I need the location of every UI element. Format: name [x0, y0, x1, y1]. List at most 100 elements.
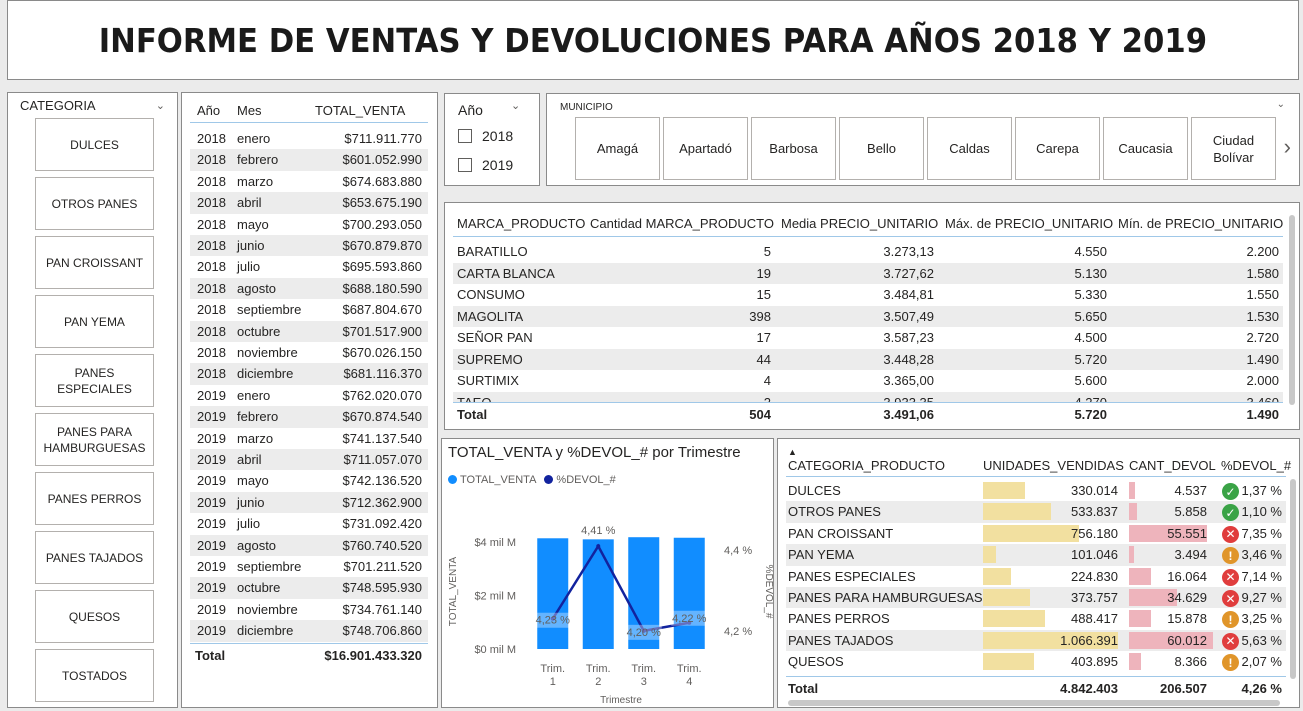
line-devol[interactable]: [551, 543, 690, 633]
chevron-right-icon[interactable]: ›: [1284, 134, 1291, 160]
chevron-down-icon[interactable]: ⌄: [156, 99, 165, 112]
column-header-marca[interactable]: MARCA_PRODUCTO: [457, 216, 585, 231]
sort-asc-icon[interactable]: ▲: [788, 447, 797, 457]
cell-total-venta: $670.874.540: [342, 409, 422, 425]
vertical-scrollbar[interactable]: [1289, 215, 1295, 405]
municipio-button[interactable]: Apartadó: [663, 117, 748, 180]
municipio-button[interactable]: Carepa: [1015, 117, 1100, 180]
total-max: 5.720: [1074, 407, 1107, 422]
municipio-button[interactable]: Amagá: [575, 117, 660, 180]
column-header-pct-devol[interactable]: %DEVOL_#: [1221, 458, 1291, 473]
cell-cant-devol: 4.537: [1174, 483, 1207, 498]
column-header-max-precio[interactable]: Máx. de PRECIO_UNITARIO: [945, 216, 1113, 231]
cell-min: 1.490: [1246, 351, 1279, 367]
cell-month: diciembre: [237, 366, 294, 382]
table-row: OTROS PANES 533.837 5.858 ✓ 1,10 %: [786, 501, 1286, 523]
municipio-button[interactable]: Ciudad Bolívar: [1191, 117, 1276, 180]
table-row: 2018 abril $653.675.190: [190, 192, 428, 214]
categoria-button[interactable]: OTROS PANES: [35, 177, 154, 230]
cell-cantidad: 4: [763, 373, 771, 388]
column-header-year[interactable]: Año: [197, 103, 220, 118]
cell-month: diciembre: [237, 623, 294, 639]
x-tick-label: Trim. 3: [631, 663, 656, 688]
column-header-min-precio[interactable]: Mín. de PRECIO_UNITARIO: [1118, 216, 1283, 231]
bar-total-venta[interactable]: [537, 538, 569, 649]
cell-marca: CARTA BLANCA: [457, 265, 555, 281]
column-header-total-venta[interactable]: TOTAL_VENTA: [315, 103, 405, 118]
chevron-down-icon[interactable]: ⌄: [511, 99, 520, 112]
vertical-scrollbar[interactable]: [1290, 479, 1296, 679]
categoria-button[interactable]: DULCES: [35, 118, 154, 171]
table-row: 2018 diciembre $681.116.370: [190, 363, 428, 385]
year-slicer: Año ⌄ 2018 2019: [444, 93, 540, 186]
bar-total-venta[interactable]: [673, 537, 705, 649]
year-option-2019[interactable]: 2019: [458, 157, 513, 173]
cell-month: julio: [237, 259, 261, 275]
checkbox-icon[interactable]: [458, 158, 472, 172]
checkbox-icon[interactable]: [458, 129, 472, 143]
municipio-button[interactable]: Barbosa: [751, 117, 836, 180]
cell-total-venta: $681.116.370: [343, 366, 422, 382]
data-label-devol: 4,23 %: [536, 615, 570, 627]
table-row: QUESOS 403.895 8.366! 2,07 %: [786, 651, 1286, 672]
units-databar: [983, 653, 1035, 671]
line-point-devol[interactable]: [596, 544, 601, 549]
column-header-unidades[interactable]: UNIDADES_VENDIDAS: [983, 458, 1124, 473]
cell-month: junio: [237, 238, 265, 253]
table-row: 2019 noviembre $734.761.140: [190, 598, 428, 621]
total-label: Total: [195, 648, 226, 663]
cell-marca: MAGOLITA: [457, 308, 524, 324]
categoria-slicer-label: CATEGORIA: [20, 98, 96, 113]
column-header-media-precio[interactable]: Media PRECIO_UNITARIO: [781, 216, 938, 231]
devol-databar: [1129, 482, 1136, 499]
cell-max: 5.600: [1074, 373, 1107, 388]
table-row: 2018 agosto $688.180.590: [190, 277, 428, 300]
table-row: 2018 junio $670.879.870: [190, 235, 428, 257]
municipio-button[interactable]: Caucasia: [1103, 117, 1188, 180]
cell-total-venta: $687.804.670: [342, 302, 422, 318]
cell-categoria: PANES ESPECIALES: [788, 568, 916, 584]
categoria-button[interactable]: PANES TAJADOS: [35, 531, 154, 584]
horizontal-scrollbar[interactable]: [788, 700, 1280, 706]
table-row: SEÑOR PAN 17 3.587,23 4.500 2.720: [453, 327, 1283, 349]
categoria-button[interactable]: PAN CROISSANT: [35, 236, 154, 289]
categoria-slicer-header[interactable]: CATEGORIA ⌄: [8, 93, 177, 118]
trimestre-chart: TOTAL_VENTA y %DEVOL_# por Trimestre TOT…: [441, 438, 774, 708]
cell-year: 2019: [197, 409, 226, 425]
year-option-2018[interactable]: 2018: [458, 128, 513, 144]
bar-total-venta[interactable]: [582, 539, 614, 649]
cell-cant-devol: 60.012: [1167, 632, 1207, 648]
cell-max: 5.720: [1074, 351, 1107, 367]
table-row: 2019 febrero $670.874.540: [190, 406, 428, 428]
categoria-button[interactable]: PANES ESPECIALES: [35, 354, 154, 407]
table-row: 2018 julio $695.593.860: [190, 256, 428, 278]
chevron-down-icon[interactable]: ⌄: [1277, 99, 1285, 110]
categoria-button[interactable]: TOSTADOS: [35, 649, 154, 702]
cell-month: septiembre: [237, 302, 302, 318]
cell-categoria: PANES PERROS: [788, 611, 890, 627]
cell-cant-devol: 34.629: [1167, 590, 1207, 605]
cell-total-venta: $748.706.860: [342, 623, 422, 639]
municipio-button[interactable]: Caldas: [927, 117, 1012, 180]
cell-month: marzo: [237, 173, 274, 189]
cell-max: 4.550: [1074, 244, 1107, 259]
column-header-cantidad[interactable]: Cantidad MARCA_PRODUCTO: [590, 216, 774, 231]
table-row: PANES PARA HAMBURGUESAS 373.757 34.629 ✕ 9,2…: [786, 587, 1286, 609]
error-circle-icon: ✕: [1222, 525, 1239, 543]
categoria-button[interactable]: QUESOS: [35, 590, 154, 643]
column-header-categoria[interactable]: CATEGORIA_PRODUCTO: [788, 458, 945, 473]
categoria-button[interactable]: PANES PERROS: [35, 472, 154, 525]
cell-total-venta: $701.517.900: [342, 323, 422, 339]
cell-media: 3.365,00: [883, 373, 934, 388]
column-header-cant-devol[interactable]: CANT_DEVOL: [1129, 458, 1216, 473]
total-label: Total: [457, 407, 488, 422]
cell-year: 2018: [197, 323, 226, 339]
column-header-month[interactable]: Mes: [237, 103, 262, 118]
cell-cantidad: 398: [749, 308, 771, 324]
table-row: 2018 enero $711.911.770: [190, 128, 428, 150]
table-row: 2018 noviembre $670.026.150: [190, 342, 428, 364]
categoria-button[interactable]: PANES PARA HAMBURGUESAS: [35, 413, 154, 466]
cell-marca: SEÑOR PAN: [457, 330, 533, 345]
municipio-button[interactable]: Bello: [839, 117, 924, 180]
categoria-button[interactable]: PAN YEMA: [35, 295, 154, 348]
